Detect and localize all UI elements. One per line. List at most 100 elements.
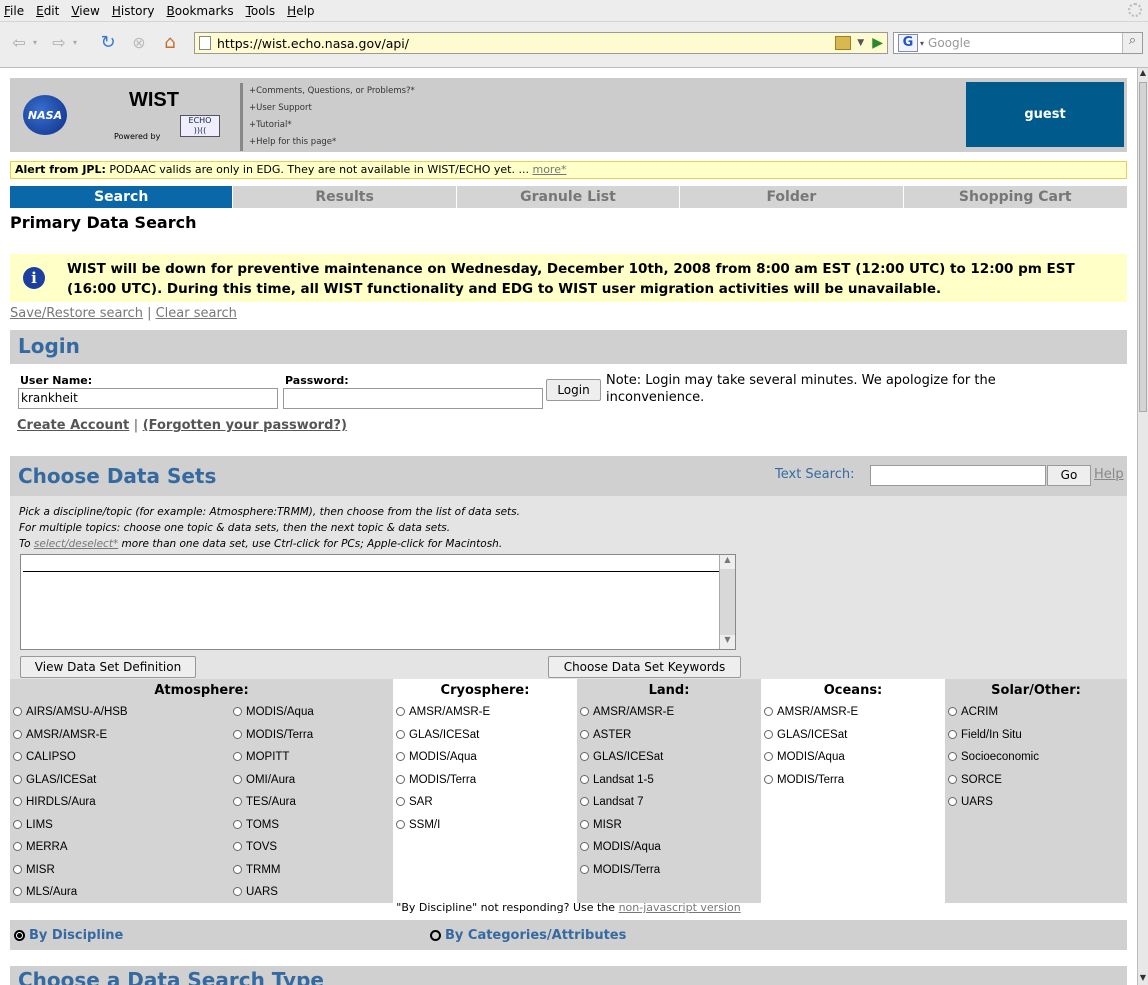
radio-icon[interactable] — [580, 819, 589, 829]
tutorial-link[interactable]: +Tutorial* — [249, 117, 415, 134]
nasa-logo[interactable]: NASA — [23, 95, 67, 135]
menu-history[interactable]: History — [112, 4, 155, 18]
radio-icon[interactable] — [13, 819, 22, 829]
data-set-list[interactable]: ▲ ▼ — [20, 554, 736, 650]
dataset-radio-option[interactable]: OMI/Aura — [230, 769, 390, 792]
dataset-radio-option[interactable]: GLAS/ICESat — [10, 769, 230, 792]
dataset-radio-option[interactable]: MISR — [577, 814, 761, 837]
dataset-radio-option[interactable]: MODIS/Terra — [393, 769, 577, 792]
reload-icon[interactable]: ↻ — [96, 31, 120, 53]
radio-icon[interactable] — [13, 864, 22, 874]
login-button[interactable]: Login — [546, 379, 601, 401]
tab-shopping-cart[interactable]: Shopping Cart — [903, 186, 1127, 208]
dataset-radio-option[interactable]: Landsat 1-5 — [577, 769, 761, 792]
dataset-radio-option[interactable]: Field/In Situ — [945, 724, 1127, 747]
radio-icon[interactable] — [13, 752, 22, 762]
radio-icon[interactable] — [580, 864, 589, 874]
radio-icon[interactable] — [396, 774, 405, 784]
radio-icon[interactable] — [764, 729, 773, 739]
dataset-radio-option[interactable]: MERRA — [10, 836, 230, 859]
dataset-radio-option[interactable]: TOVS — [230, 836, 390, 859]
scroll-up-icon[interactable]: ▲ — [1138, 68, 1148, 80]
radio-icon[interactable] — [580, 774, 589, 784]
radio-icon[interactable] — [233, 774, 242, 784]
tab-search[interactable]: Search — [10, 186, 234, 208]
view-data-set-definition-button[interactable]: View Data Set Definition — [20, 656, 196, 678]
dataset-radio-option[interactable]: HIRDLS/Aura — [10, 791, 230, 814]
text-search-input[interactable] — [870, 465, 1046, 486]
tab-granule-list[interactable]: Granule List — [456, 186, 681, 208]
forgot-password-link[interactable]: (Forgotten your password?) — [143, 418, 347, 433]
page-help-link[interactable]: +Help for this page* — [249, 134, 415, 151]
dataset-radio-option[interactable]: MISR — [10, 859, 230, 882]
radio-icon[interactable] — [233, 819, 242, 829]
dataset-radio-option[interactable]: CALIPSO — [10, 746, 230, 769]
dataset-radio-option[interactable]: SORCE — [945, 769, 1127, 792]
radio-icon[interactable] — [396, 729, 405, 739]
radio-icon[interactable] — [580, 707, 589, 717]
home-icon[interactable]: ⌂ — [158, 31, 182, 53]
stop-icon[interactable]: ⊗ — [128, 31, 150, 53]
dataset-radio-option[interactable]: GLAS/ICESat — [761, 724, 945, 747]
radio-icon[interactable] — [948, 752, 957, 762]
user-support-link[interactable]: +User Support — [249, 100, 415, 117]
list-scrollbar[interactable]: ▲ ▼ — [719, 555, 735, 649]
radio-icon[interactable] — [233, 752, 242, 762]
dataset-radio-option[interactable]: AMSR/AMSR-E — [577, 701, 761, 724]
radio-icon[interactable] — [396, 819, 405, 829]
dataset-radio-option[interactable]: AMSR/AMSR-E — [761, 701, 945, 724]
radio-icon[interactable] — [580, 752, 589, 762]
menu-help[interactable]: Help — [287, 4, 314, 18]
comments-link[interactable]: +Comments, Questions, or Problems?* — [249, 83, 415, 100]
dataset-radio-option[interactable]: MOPITT — [230, 746, 390, 769]
search-input[interactable]: Google — [924, 36, 1122, 50]
choose-keywords-button[interactable]: Choose Data Set Keywords — [548, 656, 741, 678]
radio-icon[interactable] — [580, 797, 589, 807]
dataset-radio-option[interactable]: TRMM — [230, 859, 390, 882]
dataset-radio-option[interactable]: ASTER — [577, 724, 761, 747]
username-field[interactable]: krankheit — [18, 388, 278, 409]
url-bar[interactable]: https://wist.echo.nasa.gov/api/ ▼ ▶ — [194, 32, 888, 54]
dataset-radio-option[interactable]: LIMS — [10, 814, 230, 837]
radio-icon[interactable] — [396, 752, 405, 762]
scroll-up-icon[interactable]: ▲ — [720, 555, 735, 569]
magnifier-icon[interactable]: ⌕ — [1122, 33, 1142, 53]
back-dropdown-icon[interactable]: ▾ — [30, 31, 40, 53]
radio-icon[interactable] — [233, 707, 242, 717]
radio-icon[interactable] — [948, 774, 957, 784]
radio-icon[interactable] — [13, 887, 22, 897]
dataset-radio-option[interactable]: MODIS/Terra — [761, 769, 945, 792]
menu-bookmarks[interactable]: Bookmarks — [167, 4, 234, 18]
dataset-radio-option[interactable]: TES/Aura — [230, 791, 390, 814]
radio-icon[interactable] — [764, 774, 773, 784]
radio-icon[interactable] — [764, 752, 773, 762]
url-dropdown-icon[interactable]: ▼ — [857, 38, 864, 48]
menu-tools[interactable]: Tools — [246, 4, 276, 18]
radio-icon[interactable] — [233, 887, 242, 897]
radio-icon[interactable] — [764, 707, 773, 717]
page-scrollbar[interactable]: ▲ ▼ — [1137, 68, 1148, 985]
dataset-radio-option[interactable]: AMSR/AMSR-E — [393, 701, 577, 724]
radio-icon[interactable] — [580, 842, 589, 852]
scroll-down-icon[interactable]: ▼ — [1138, 973, 1148, 985]
radio-icon[interactable] — [948, 797, 957, 807]
dataset-radio-option[interactable]: MODIS/Aqua — [577, 836, 761, 859]
url-text[interactable]: https://wist.echo.nasa.gov/api/ — [217, 36, 835, 51]
radio-icon[interactable] — [580, 729, 589, 739]
tab-folder[interactable]: Folder — [680, 186, 904, 208]
echo-logo[interactable]: ECHO))(( — [180, 115, 220, 137]
clear-search-link[interactable]: Clear search — [156, 306, 237, 321]
text-search-help-link[interactable]: Help — [1094, 467, 1124, 482]
scrollbar-thumb[interactable] — [1139, 82, 1147, 412]
non-javascript-link[interactable]: non-javascript version — [619, 901, 741, 914]
menu-edit[interactable]: Edit — [36, 4, 59, 18]
select-deselect-link[interactable]: select/deselect* — [34, 538, 118, 550]
dataset-radio-option[interactable]: MODIS/Aqua — [230, 701, 390, 724]
dataset-radio-option[interactable]: SSM/I — [393, 814, 577, 837]
radio-icon[interactable] — [948, 729, 957, 739]
dataset-radio-option[interactable]: AMSR/AMSR-E — [10, 724, 230, 747]
dataset-radio-option[interactable]: MODIS/Terra — [577, 859, 761, 882]
radio-selected-icon[interactable] — [14, 930, 25, 941]
by-categories-option[interactable]: By Categories/Attributes — [430, 928, 626, 943]
save-restore-link[interactable]: Save/Restore search — [10, 306, 143, 321]
